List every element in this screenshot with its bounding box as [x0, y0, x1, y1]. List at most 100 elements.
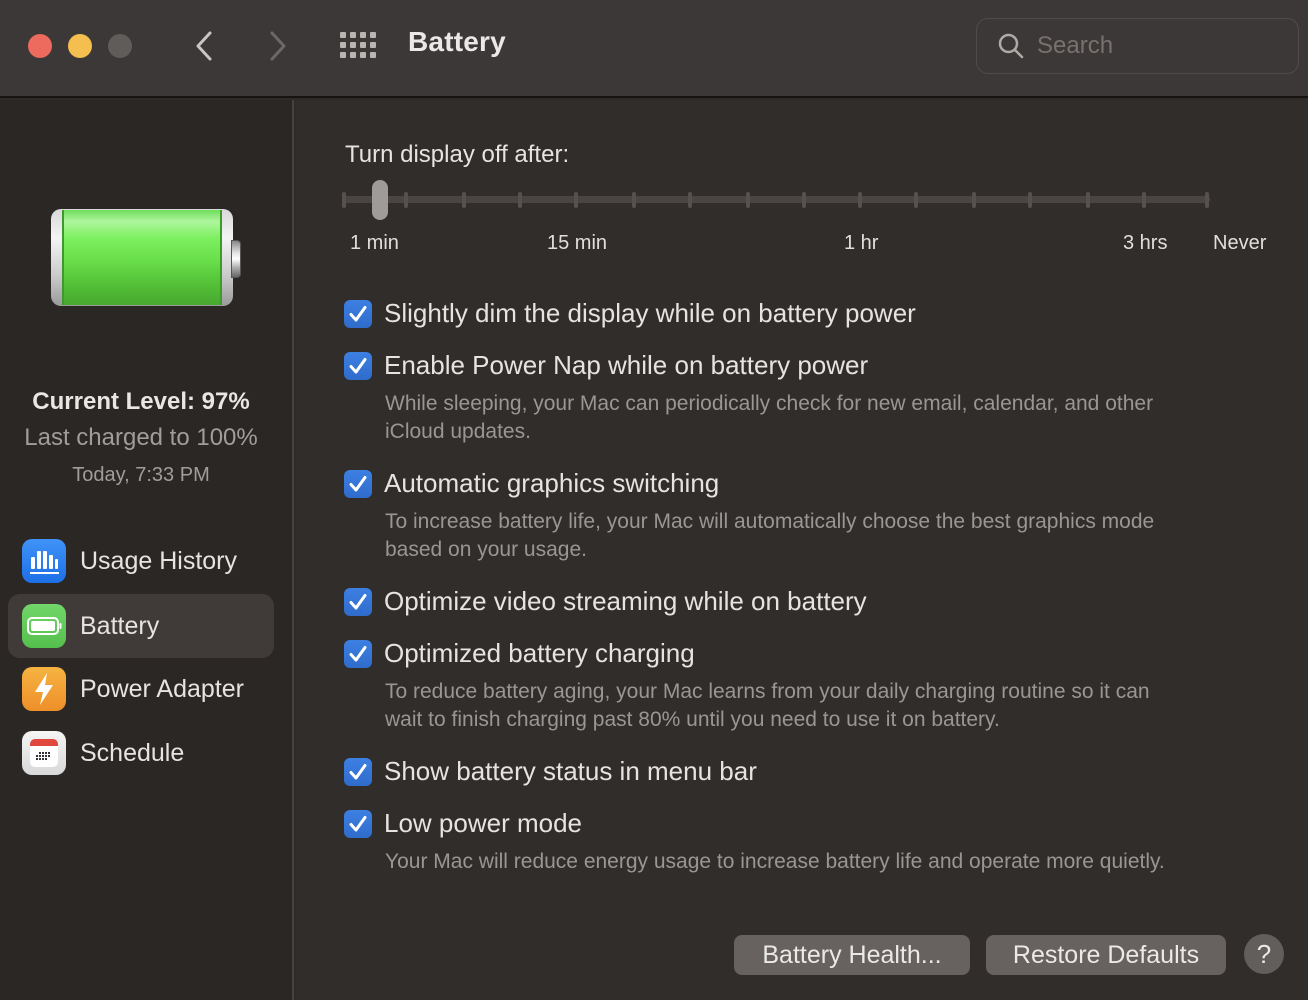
sidebar-item-label: Battery [80, 611, 160, 640]
slider-tick [802, 192, 806, 208]
slider-tick [518, 192, 522, 208]
tick-label-3-hrs: 3 hrs [1123, 232, 1168, 254]
question-mark-icon: ? [1256, 938, 1272, 969]
option-description: To increase battery life, your Mac will … [385, 508, 1285, 564]
checkmark-icon [349, 357, 367, 373]
battery-terminal [231, 240, 241, 278]
last-charged-time: Today, 7:33 PM [72, 464, 210, 486]
sidebar-item-usage-history[interactable]: Usage History [8, 529, 274, 593]
option-graphics-switching[interactable]: Automatic graphics switching [344, 468, 719, 499]
option-label: Optimized battery charging [384, 638, 695, 668]
lightning-icon [22, 667, 66, 711]
slider-tick [1028, 192, 1032, 208]
tick-label-1-hr: 1 hr [844, 232, 879, 254]
description-line: iCloud updates. [385, 420, 531, 443]
battery-level-graphic [51, 209, 241, 306]
sidebar-item-label: Schedule [80, 738, 185, 767]
show-all-button[interactable] [340, 32, 380, 60]
zoom-window-button[interactable] [108, 34, 132, 58]
sidebar-item-power-adapter[interactable]: Power Adapter [8, 657, 274, 721]
window-title: Battery [408, 26, 506, 57]
search-field[interactable] [976, 18, 1299, 74]
help-button[interactable]: ? [1244, 934, 1284, 974]
checkmark-icon [349, 815, 367, 831]
battery-body [51, 209, 233, 306]
checkmark-icon [349, 305, 367, 321]
option-label: Enable Power Nap while on battery power [384, 350, 869, 380]
chevron-right-icon [270, 31, 286, 61]
grid-dot [350, 42, 356, 48]
option-video-streaming[interactable]: Optimize video streaming while on batter… [344, 586, 867, 617]
battery-fill [62, 210, 222, 305]
forward-button[interactable] [260, 26, 296, 66]
tick-label-1-min: 1 min [350, 232, 399, 254]
back-button[interactable] [186, 26, 222, 66]
grid-dot [370, 52, 376, 58]
sidebar: Current Level: 97% Last charged to 100% … [0, 100, 294, 1000]
slider-knob[interactable] [372, 180, 388, 220]
option-low-power-mode[interactable]: Low power mode [344, 808, 582, 839]
calendar-icon [22, 731, 66, 775]
checkbox[interactable] [344, 351, 372, 380]
grid-dot [360, 52, 366, 58]
checkbox[interactable] [344, 639, 372, 668]
slider-tick [574, 192, 578, 208]
description-line: Your Mac will reduce energy usage to inc… [385, 850, 1165, 873]
checkmark-icon [349, 593, 367, 609]
battery-health-button[interactable]: Battery Health... [734, 935, 970, 975]
option-label: Automatic graphics switching [384, 468, 720, 498]
sidebar-item-label: Usage History [80, 546, 237, 575]
option-optimized-charging[interactable]: Optimized battery charging [344, 638, 695, 669]
chevron-left-icon [196, 31, 212, 61]
description-line: To increase battery life, your Mac will … [385, 510, 1155, 533]
checkbox[interactable] [344, 757, 372, 786]
slider-tick [342, 192, 346, 208]
display-off-label: Turn display off after: [345, 141, 570, 168]
checkbox[interactable] [344, 299, 372, 328]
grid-dot [370, 42, 376, 48]
grid-dot [360, 42, 366, 48]
grid-dot [340, 42, 346, 48]
grid-dot [370, 32, 376, 38]
slider-tick [746, 192, 750, 208]
option-label: Optimize video streaming while on batter… [384, 586, 867, 616]
minimize-window-button[interactable] [68, 34, 92, 58]
last-charged: Last charged to 100% [24, 424, 258, 451]
slider-tick [632, 192, 636, 208]
checkbox[interactable] [344, 469, 372, 498]
slider-tick [858, 192, 862, 208]
option-dim-display[interactable]: Slightly dim the display while on batter… [344, 298, 916, 329]
slider-tick [1086, 192, 1090, 208]
grid-dot [360, 32, 366, 38]
sidebar-item-battery[interactable]: Battery [8, 594, 274, 658]
option-menu-bar-status[interactable]: Show battery status in menu bar [344, 756, 757, 787]
grid-dot [340, 52, 346, 58]
slider-tick [688, 192, 692, 208]
tick-label-never: Never [1213, 232, 1267, 254]
display-off-slider[interactable] [342, 178, 1212, 222]
slider-track [344, 196, 1210, 203]
search-icon [998, 33, 1024, 59]
checkmark-icon [349, 475, 367, 491]
checkbox[interactable] [344, 809, 372, 838]
option-label: Slightly dim the display while on batter… [384, 298, 916, 328]
search-input[interactable] [1037, 32, 1277, 60]
slider-tick [404, 192, 408, 208]
slider-tick [972, 192, 976, 208]
current-level: Current Level: 97% [32, 388, 250, 415]
checkbox[interactable] [344, 587, 372, 616]
option-power-nap[interactable]: Enable Power Nap while on battery power [344, 350, 868, 381]
title-bar: Battery [0, 0, 1308, 98]
description-line: While sleeping, your Mac can periodicall… [385, 392, 1154, 415]
sidebar-item-label: Power Adapter [80, 674, 244, 703]
checkmark-icon [349, 763, 367, 779]
grid-dot [350, 52, 356, 58]
description-line: To reduce battery aging, your Mac learns… [385, 680, 1150, 703]
description-line: wait to finish charging past 80% until y… [385, 708, 1000, 731]
restore-defaults-button[interactable]: Restore Defaults [986, 935, 1226, 975]
slider-tick [462, 192, 466, 208]
grid-dot [340, 32, 346, 38]
close-window-button[interactable] [28, 34, 52, 58]
sidebar-item-schedule[interactable]: Schedule [8, 721, 274, 785]
grid-dot [350, 32, 356, 38]
